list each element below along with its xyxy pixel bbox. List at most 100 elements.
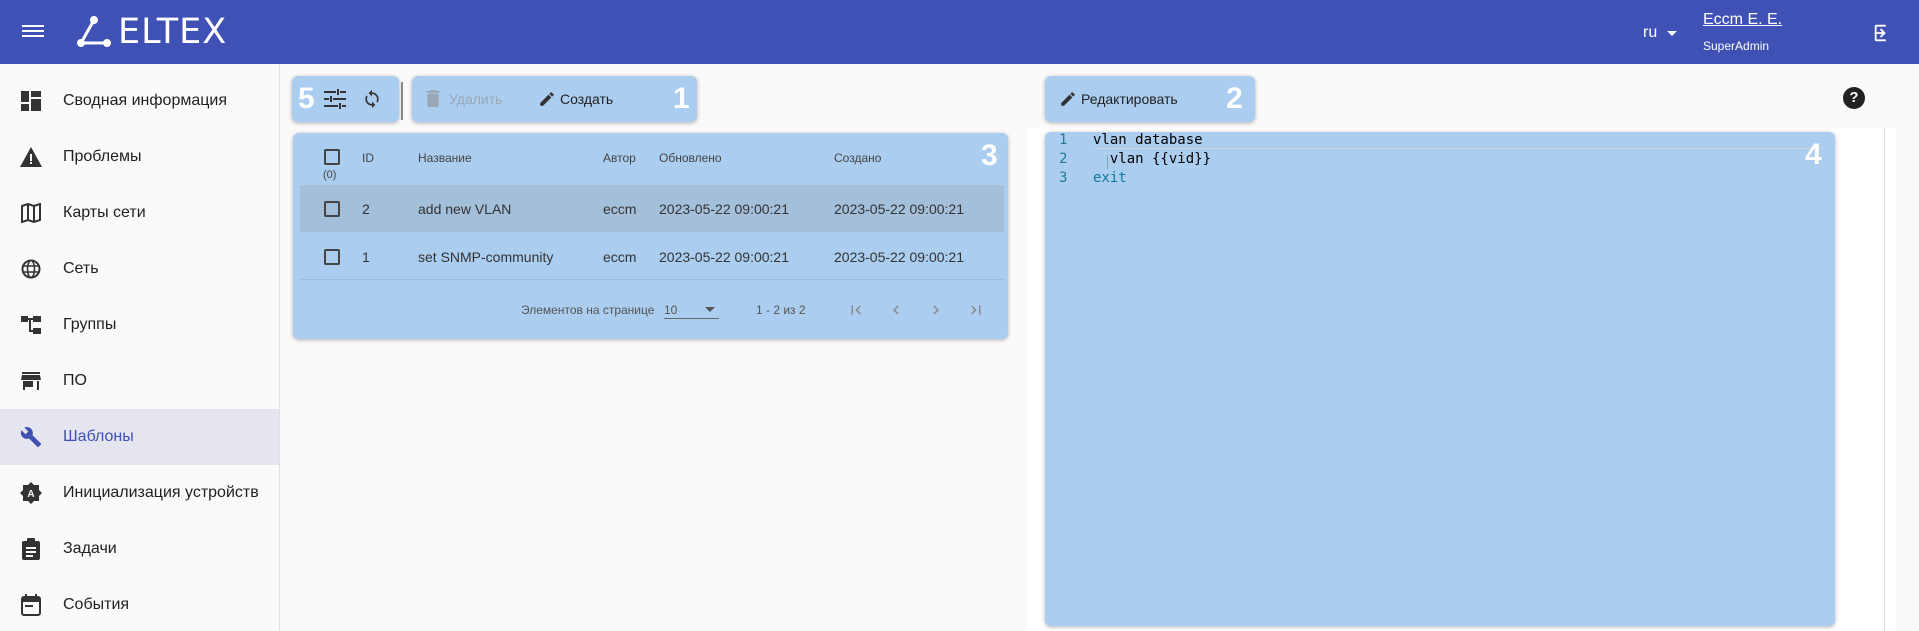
marker-4: 4 xyxy=(1805,138,1822,171)
selected-count: (0) xyxy=(323,169,337,181)
delete-button[interactable]: Удалить xyxy=(426,90,502,107)
refresh-icon[interactable] xyxy=(362,88,382,110)
per-page-select[interactable]: 10 xyxy=(664,299,719,319)
row-checkbox[interactable] xyxy=(324,201,340,217)
sidebar-item-dashboard[interactable]: Сводная информация xyxy=(0,73,279,129)
user-name-link[interactable]: Eccm E. E. xyxy=(1703,11,1782,29)
row-name: add new VLAN xyxy=(418,201,512,217)
row-author: eccm xyxy=(603,249,637,265)
edit-label: Редактировать xyxy=(1081,91,1178,107)
logout-icon[interactable] xyxy=(1872,22,1894,44)
eltex-logo[interactable]: ELTEX xyxy=(76,12,228,52)
calendar-icon xyxy=(19,593,43,617)
sidebar-item-tasks[interactable]: Задачи xyxy=(0,521,279,577)
table-paginator: Элементов на странице 10 1 - 2 из 2 xyxy=(300,290,1004,330)
svg-text:A: A xyxy=(27,489,34,500)
table-row[interactable]: 2 add new VLAN eccm 2023-05-22 09:00:21 … xyxy=(300,185,1004,232)
column-header-name[interactable]: Название xyxy=(418,151,472,165)
row-created: 2023-05-22 09:00:21 xyxy=(834,249,964,265)
per-page-label: Элементов на странице xyxy=(521,303,655,317)
pencil-icon xyxy=(1061,92,1075,106)
caret-down-icon xyxy=(1667,30,1678,36)
badge-a-icon: A xyxy=(19,481,43,505)
column-header-created[interactable]: Создано xyxy=(834,151,881,165)
sidebar-item-label: События xyxy=(63,596,130,613)
previous-page-icon[interactable] xyxy=(887,301,905,319)
line-number: 1 xyxy=(1059,132,1068,148)
logo-text: ELTEX xyxy=(118,12,228,52)
help-icon[interactable]: ? xyxy=(1843,87,1865,109)
sidebar-item-problems[interactable]: Проблемы xyxy=(0,129,279,185)
marker-2: 2 xyxy=(1226,82,1243,115)
globe-icon xyxy=(19,257,43,281)
sidebar-item-label: Проблемы xyxy=(63,148,142,165)
sidebar-item-label: Сеть xyxy=(63,260,99,277)
column-header-author[interactable]: Автор xyxy=(603,151,636,165)
sidebar-item-label: Сводная информация xyxy=(63,92,227,109)
marker-1: 1 xyxy=(673,82,690,115)
column-header-id[interactable]: ID xyxy=(362,151,374,165)
sidebar-item-label: Группы xyxy=(63,316,117,333)
sidebar-item-software[interactable]: ПО xyxy=(0,353,279,409)
store-icon xyxy=(19,369,43,393)
line-number: 3 xyxy=(1059,170,1068,186)
user-role: SuperAdmin xyxy=(1703,39,1770,53)
code-editor[interactable]: 1 vlan database 2 vlan {{vid}} 3 exit 4 xyxy=(1045,132,1835,626)
code-text: vlan {{vid}} xyxy=(1093,151,1212,167)
row-updated: 2023-05-22 09:00:21 xyxy=(659,249,789,265)
tune-icon[interactable] xyxy=(324,89,346,109)
create-label: Создать xyxy=(560,91,614,107)
row-checkbox[interactable] xyxy=(324,249,340,265)
map-icon xyxy=(19,201,43,225)
editor-toolbar: Редактировать 2 xyxy=(1045,76,1255,122)
pencil-icon xyxy=(540,92,554,106)
table-header: (0) ID Название Автор Обновлено Создано xyxy=(300,140,1004,185)
select-all-checkbox[interactable] xyxy=(324,149,340,165)
sidebar-item-events[interactable]: События xyxy=(0,577,279,631)
row-name: set SNMP-community xyxy=(418,249,554,265)
column-header-updated[interactable]: Обновлено xyxy=(659,151,722,165)
logo-mark-icon xyxy=(77,16,111,47)
last-page-icon[interactable] xyxy=(967,301,985,319)
sidebar-item-label: Инициализация устройств xyxy=(63,484,259,501)
warning-icon xyxy=(19,145,43,169)
sidebar-item-device-init[interactable]: A Инициализация устройств xyxy=(0,465,279,521)
trash-icon xyxy=(426,90,440,107)
code-text: exit xyxy=(1093,170,1127,186)
create-button[interactable]: Создать xyxy=(538,90,613,108)
sidebar: Сводная информация Проблемы Карты сети С… xyxy=(0,64,280,631)
caret-down-icon xyxy=(705,307,715,312)
table-row[interactable]: 1 set SNMP-community eccm 2023-05-22 09:… xyxy=(300,233,1004,280)
row-author: eccm xyxy=(603,201,637,217)
editor-scrollbar[interactable] xyxy=(1884,128,1896,631)
per-page-value: 10 xyxy=(664,303,678,317)
sidebar-item-label: Задачи xyxy=(63,540,117,557)
page-range: 1 - 2 из 2 xyxy=(756,303,806,317)
sidebar-item-templates[interactable]: Шаблоны xyxy=(0,409,279,465)
menu-icon[interactable] xyxy=(22,22,44,42)
sidebar-item-network-maps[interactable]: Карты сети xyxy=(0,185,279,241)
table-actions-toolbar: Удалить Создать 1 xyxy=(412,76,697,122)
language-select[interactable]: ru xyxy=(1643,24,1678,42)
sidebar-item-label: ПО xyxy=(63,372,87,389)
table-options-toolbar: 5 xyxy=(292,76,399,122)
sidebar-item-label: Шаблоны xyxy=(63,428,134,445)
row-id: 2 xyxy=(362,201,370,217)
sidebar-item-groups[interactable]: Группы xyxy=(0,297,279,353)
line-number: 2 xyxy=(1059,151,1068,167)
edit-button[interactable]: Редактировать xyxy=(1059,90,1178,108)
sidebar-item-label: Карты сети xyxy=(63,204,146,221)
sidebar-item-network[interactable]: Сеть xyxy=(0,241,279,297)
top-app-bar: ELTEX ru Eccm E. E. SuperAdmin xyxy=(0,0,1919,64)
code-text: vlan database xyxy=(1093,132,1203,148)
row-created: 2023-05-22 09:00:21 xyxy=(834,201,964,217)
first-page-icon[interactable] xyxy=(847,301,865,319)
tree-icon xyxy=(19,313,43,337)
marker-5: 5 xyxy=(298,82,315,115)
clipboard-icon xyxy=(19,537,43,561)
next-page-icon[interactable] xyxy=(927,301,945,319)
wrench-icon xyxy=(19,425,43,449)
toolbar-divider xyxy=(401,82,403,120)
delete-label: Удалить xyxy=(449,90,503,107)
row-id: 1 xyxy=(362,249,370,265)
